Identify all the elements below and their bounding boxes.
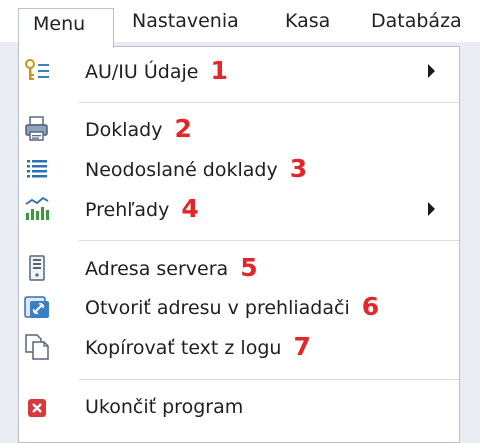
menu-separator [79, 102, 459, 103]
menu-item-label: AU/IU Údaje 1 [85, 56, 228, 85]
server-icon [22, 253, 52, 283]
annotation-number: 1 [210, 56, 228, 85]
chart-icon [22, 194, 52, 224]
menu-item-label: Adresa servera 5 [85, 253, 258, 282]
menubar-item-databaza[interactable]: Databáza [371, 0, 462, 42]
keys-icon [22, 56, 52, 86]
menubar-item-kasa[interactable]: Kasa [285, 0, 330, 42]
menu-item-kopirovat-text[interactable]: Kopírovať text z logu 7 [19, 327, 459, 367]
menu-item-label: Neodoslané doklady 3 [85, 154, 308, 183]
menubar-item-nastavenia[interactable]: Nastavenia [132, 0, 239, 42]
menu-dropdown: AU/IU Údaje 1 Doklady 2 Neodoslané dokla… [18, 46, 460, 443]
menu-item-label: Ukončiť program [85, 396, 244, 418]
exit-icon [22, 392, 52, 422]
menu-item-ukoncit-program[interactable]: Ukončiť program [19, 387, 459, 427]
copy-icon [22, 332, 52, 362]
menu-separator [79, 379, 459, 380]
list-icon [22, 154, 52, 184]
annotation-number: 5 [240, 253, 258, 282]
annotation-number: 7 [293, 332, 311, 361]
menu-bar: Menu Nastavenia Kasa Databáza [0, 0, 480, 48]
menu-item-au-iu-udaje[interactable]: AU/IU Údaje 1 [19, 51, 459, 91]
menu-item-label: Kopírovať text z logu 7 [85, 332, 311, 361]
submenu-arrow-icon [428, 202, 435, 216]
menu-item-label: Otvoriť adresu v prehliadači 6 [85, 292, 380, 321]
menu-item-label: Doklady 2 [85, 114, 192, 143]
menu-item-otvorit-adresu[interactable]: Otvoriť adresu v prehliadači 6 [19, 287, 459, 327]
menu-item-adresa-servera[interactable]: Adresa servera 5 [19, 248, 459, 288]
menu-separator [79, 240, 459, 241]
annotation-number: 6 [361, 292, 380, 321]
menu-item-label: Prehľady 4 [85, 194, 199, 223]
printer-icon [22, 114, 52, 144]
annotation-number: 2 [174, 114, 192, 143]
menu-item-neodoslane-doklady[interactable]: Neodoslané doklady 3 [19, 149, 459, 189]
menubar-item-menu[interactable]: Menu [18, 8, 114, 48]
annotation-number: 4 [181, 194, 199, 223]
menu-item-doklady[interactable]: Doklady 2 [19, 109, 459, 149]
annotation-number: 3 [289, 154, 308, 183]
menu-item-prehlady[interactable]: Prehľady 4 [19, 189, 459, 229]
link-icon [22, 292, 52, 322]
submenu-arrow-icon [428, 64, 435, 78]
